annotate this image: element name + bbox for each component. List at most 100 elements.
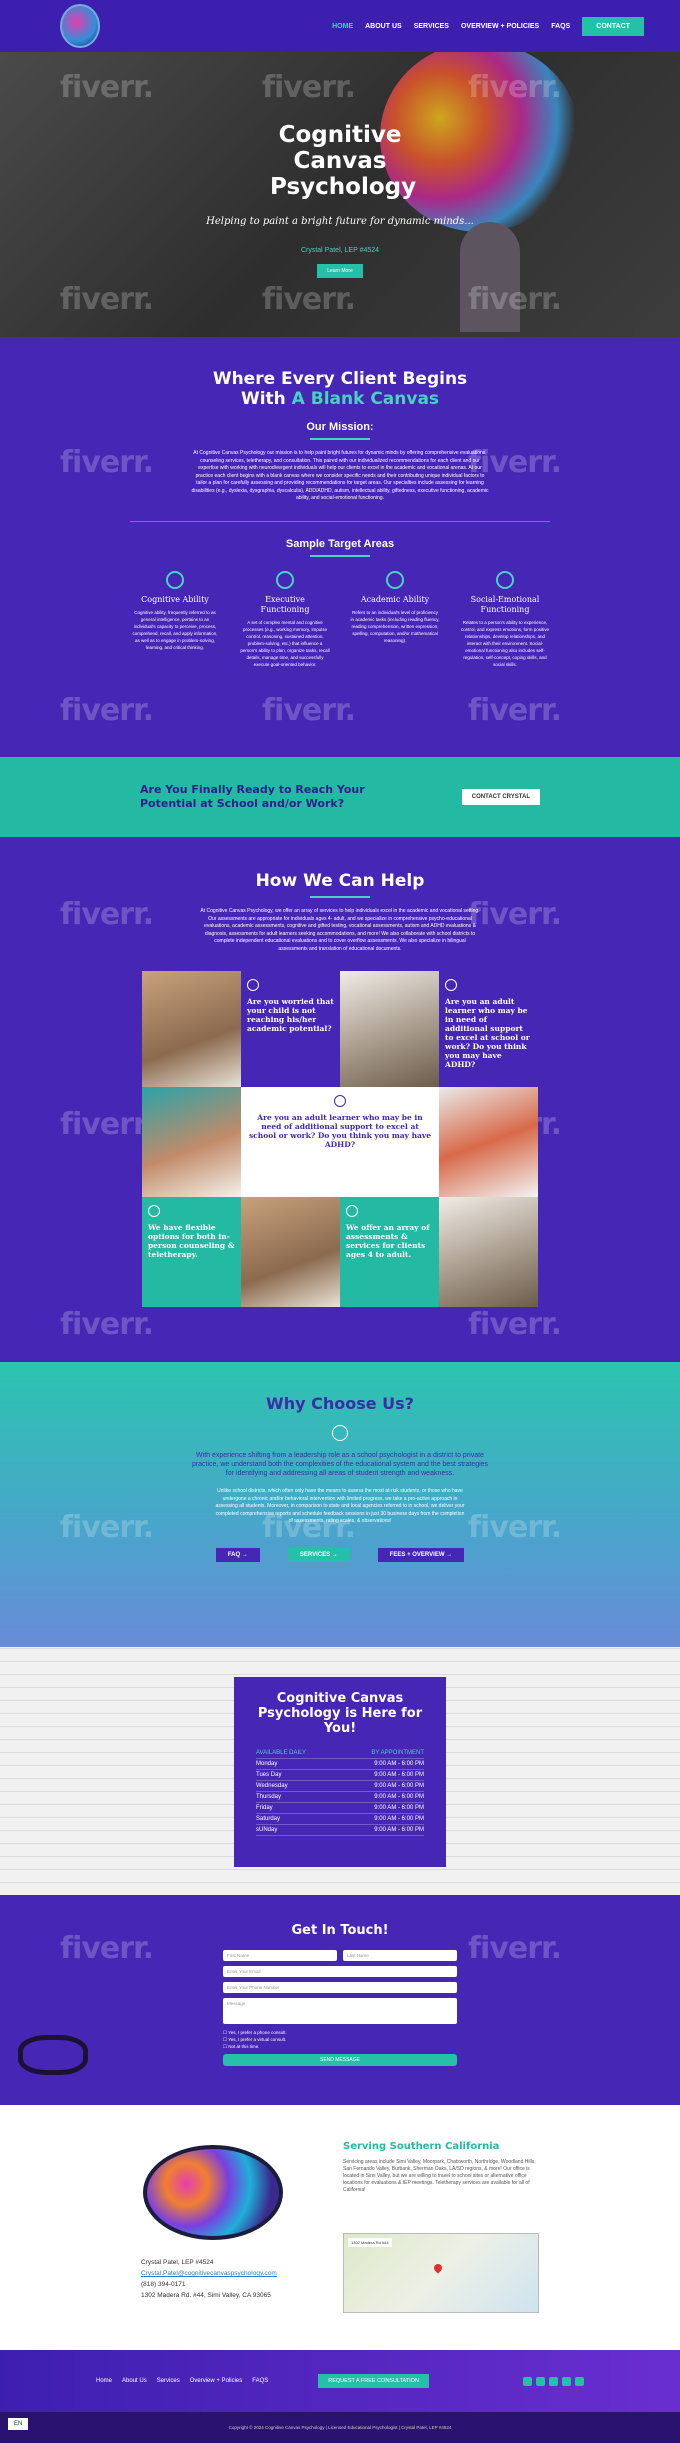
message-field[interactable]: Message [223,1998,457,2024]
help-text: At Cognitive Canvas Psychology, we offer… [200,908,480,952]
time: 9:00 AM - 6:00 PM [337,1824,424,1836]
area-cognitive: Cognitive Ability Cognitive ability, fre… [130,570,220,668]
person-icon [386,570,404,589]
mission-title: Our Mission: [306,421,374,433]
map-address-label: 1302 Madera Rd #44 [348,2238,392,2247]
time: 9:00 AM - 6:00 PM [337,1813,424,1825]
send-message-button[interactable]: SEND MESSAGE [223,2054,457,2066]
last-name-field[interactable]: Last Name [343,1950,457,1961]
about-title-accent: A Blank Canvas [291,389,440,409]
help-card-text: We offer an array of assessments & servi… [346,1223,430,1259]
faq-button[interactable]: FAQ → [215,1547,260,1562]
nav-overview[interactable]: OVERVIEW + POLICIES [461,23,539,30]
help-title: How We Can Help [255,871,425,891]
why-text: Unlike school districts, which often onl… [215,1488,465,1524]
day: Wednesday [256,1780,338,1792]
email-icon[interactable] [575,2376,584,2386]
services-button[interactable]: SERVICES → [287,1547,350,1562]
linkedin-icon[interactable] [549,2376,558,2386]
help-card: Are you an adult learner who may be in n… [241,1087,439,1197]
family-photo [142,1087,241,1197]
learn-more-button[interactable]: Learn More [317,264,363,278]
footer-link-faqs[interactable]: FAQS [252,2378,268,2384]
help-card-text: We have flexible options for both in-per… [148,1223,235,1259]
target-areas-title: Sample Target Areas [285,537,395,550]
day: Thursday [256,1791,338,1803]
heart-icon [346,1205,358,1217]
hours-header-cell: BY APPOINTMENT [337,1748,424,1759]
contact-form: First Name Last Name Enter Your Email En… [223,1950,457,2066]
watermark: fiverr [60,897,153,932]
nav-services[interactable]: SERVICES [414,23,449,30]
day: Saturday [256,1813,338,1825]
heart-pulse-icon [496,570,514,589]
instagram-icon[interactable] [536,2376,545,2386]
child-photo [460,222,520,332]
provider-phone[interactable]: (818) 394-0171 [141,2279,277,2290]
nav-home[interactable]: HOME [332,23,353,30]
cta-banner: Are You Finally Ready to Reach Your Pote… [0,757,680,837]
nav-faqs[interactable]: FAQS [551,23,570,30]
watermark: fiverr [468,897,561,932]
day: sUNday [256,1824,338,1836]
area-title: Social-Emotional Functioning [470,594,540,614]
area-text: A set of complex mental and cognitive pr… [240,619,330,667]
contact-section: fiverr fiverr Get In Touch! First Name L… [0,1895,680,2105]
hours-row: Thursday 9:00 AM - 6:00 PM [256,1791,424,1803]
hours-table: AVAILABLE DAILY BY APPOINTMENT Monday 9:0… [256,1748,424,1836]
why-section: fiverr fiverr fiverr Why Choose Us? With… [0,1362,680,1647]
about-title-line1: Where Every Client Begins [212,369,468,389]
contact-title: Get In Touch! [291,1923,389,1938]
footer: Home About Us Services Overview + Polici… [0,2350,680,2412]
hero: fiverr fiverr fiverr fiverr fiverr fiver… [0,52,680,337]
nav-contact-button[interactable]: CONTACT [582,16,644,36]
free-consultation-button[interactable]: REQUEST A FREE CONSULTATION [318,2374,429,2388]
copyright-bar: EN Copyright © 2024 Cognitive Canvas Psy… [0,2412,680,2443]
test-paper-photo [439,1087,538,1197]
email-field[interactable]: Enter Your Email [223,1966,457,1977]
serving-section: Crystal Patel, LEP #4524 Crystal.Patel@c… [0,2105,680,2350]
hours-row: Saturday 9:00 AM - 6:00 PM [256,1813,424,1825]
watermark: fiverr [262,70,355,105]
phone-field[interactable]: Enter Your Phone Number [223,1982,457,1993]
hours-row: Tues Day 9:00 AM - 6:00 PM [256,1769,424,1781]
location-map[interactable]: 1302 Madera Rd #44 [343,2233,539,2313]
area-title: Cognitive Ability [141,594,209,604]
divider [310,554,370,557]
day: Monday [256,1758,338,1770]
student-photo [142,971,241,1087]
area-executive: Executive Functioning A set of complex m… [240,570,330,668]
youtube-icon[interactable] [562,2376,571,2386]
footer-link-overview[interactable]: Overview + Policies [190,2378,243,2384]
services-grid: Are you worried that your child is not r… [142,971,538,1307]
time: 9:00 AM - 6:00 PM [337,1758,424,1770]
nav-about[interactable]: ABOUT US [365,23,402,30]
checkbox-label: Not at this time. [228,2044,260,2049]
lightbulb-icon [247,979,259,991]
first-name-field[interactable]: First Name [223,1950,337,1961]
site-logo[interactable] [60,4,100,48]
copyright-text: Copyright © 2024 Cognitive Canvas Psycho… [228,2425,452,2430]
area-text: Cognitive ability, frequently referred t… [132,609,218,650]
help-card: We have flexible options for both in-per… [142,1197,241,1307]
footer-link-about[interactable]: About Us [122,2378,147,2384]
provider-info: Crystal Patel, LEP #4524 Crystal.Patel@c… [141,2257,277,2301]
hours-row: Monday 9:00 AM - 6:00 PM [256,1758,424,1770]
checkbox-not-now[interactable]: ☐ Not at this time. [223,2043,457,2050]
hero-provider-name: Crystal Patel, LEP #4524 [300,247,380,254]
watermark: fiverr [468,1307,561,1342]
help-card-text: Are you an adult learner who may be in n… [445,997,530,1069]
top-nav: HOME ABOUT US SERVICES OVERVIEW + POLICI… [0,0,680,52]
fees-overview-button[interactable]: FEES + OVERVIEW → [377,1547,465,1562]
footer-link-services[interactable]: Services [157,2378,180,2384]
footer-link-home[interactable]: Home [96,2378,112,2384]
facebook-icon[interactable] [523,2376,532,2386]
checkbox-phone-consult[interactable]: ☐ Yes, I prefer a phone consult. [223,2029,457,2036]
map-pin-icon [432,2262,444,2274]
provider-email-link[interactable]: Crystal.Patel@cognitivecanvaspsychology.… [141,2268,277,2279]
thumbs-up-icon [148,1205,160,1217]
contact-crystal-button[interactable]: CONTACT CRYSTAL [461,789,540,805]
checkbox-virtual-consult[interactable]: ☐ Yes, I prefer a virtual consult. [223,2036,457,2043]
hours-title: Cognitive Canvas Psychology is Here for … [257,1691,423,1736]
hours-row: Wednesday 9:00 AM - 6:00 PM [256,1780,424,1792]
